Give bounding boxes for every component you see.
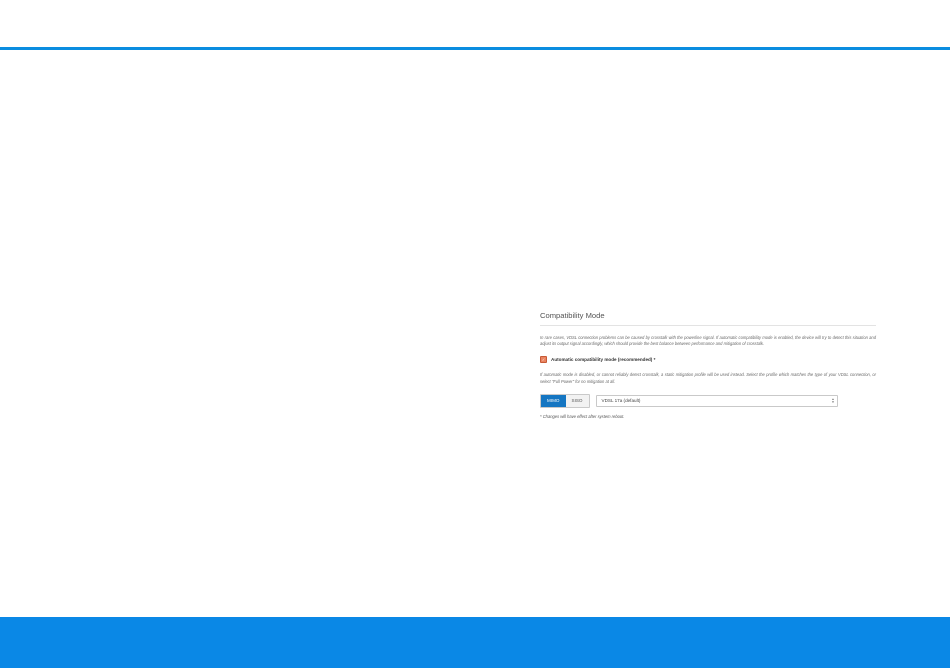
mode-segmented-control: MIMO SISO: [540, 393, 590, 408]
manual-mode-description: If automatic mode is disabled, or cannot…: [540, 372, 876, 384]
mode-mimo-button[interactable]: MIMO: [541, 394, 566, 407]
mode-siso-button[interactable]: SISO: [565, 394, 589, 407]
auto-mode-row[interactable]: ✓ Automatic compatibility mode (recommen…: [540, 356, 876, 364]
section-title: Compatibility Mode: [540, 311, 605, 320]
profile-controls: MIMO SISO VDSL 17a (default) ▲ ▼: [540, 393, 876, 408]
select-arrows-icon: ▲ ▼: [831, 396, 835, 404]
reboot-note: * Changes will have effect after system …: [540, 413, 625, 419]
profile-select[interactable]: VDSL 17a (default) ▲ ▼: [595, 394, 838, 407]
header-divider: [0, 47, 950, 50]
footer-bar: [0, 617, 950, 668]
auto-mode-checkbox[interactable]: ✓: [540, 356, 547, 364]
intro-description: In rare cases, VDSL connection problems …: [540, 335, 876, 347]
auto-mode-label[interactable]: Automatic compatibility mode (recommende…: [551, 357, 655, 362]
section-divider: [540, 325, 876, 326]
compatibility-mode-panel: Compatibility Mode In rare cases, VDSL c…: [540, 309, 876, 419]
profile-select-value: VDSL 17a (default): [601, 398, 641, 404]
